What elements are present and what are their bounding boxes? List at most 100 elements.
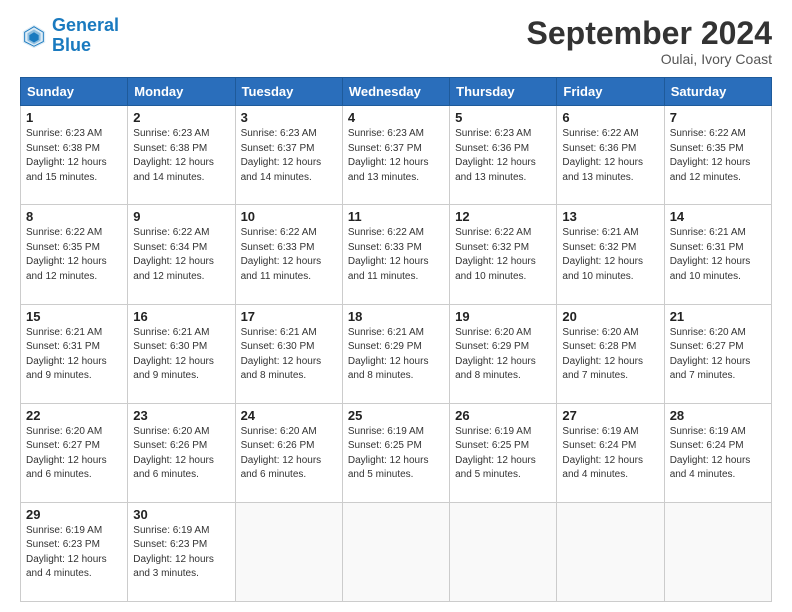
day-number: 26 (455, 408, 551, 423)
calendar-day-cell: 22 Sunrise: 6:20 AMSunset: 6:27 PMDaylig… (21, 403, 128, 502)
day-info: Sunrise: 6:20 AMSunset: 6:27 PMDaylight:… (26, 425, 122, 483)
day-number: 20 (562, 309, 658, 324)
day-info: Sunrise: 6:23 AMSunset: 6:37 PMDaylight:… (348, 127, 444, 185)
day-info: Sunrise: 6:23 AMSunset: 6:36 PMDaylight:… (455, 127, 551, 185)
day-info: Sunrise: 6:22 AMSunset: 6:35 PMDaylight:… (670, 127, 766, 185)
day-info: Sunrise: 6:20 AMSunset: 6:26 PMDaylight:… (133, 425, 229, 483)
calendar-day-cell: 9 Sunrise: 6:22 AMSunset: 6:34 PMDayligh… (128, 205, 235, 304)
calendar-table: SundayMondayTuesdayWednesdayThursdayFrid… (20, 77, 772, 602)
calendar-week-row: 22 Sunrise: 6:20 AMSunset: 6:27 PMDaylig… (21, 403, 772, 502)
day-number: 7 (670, 110, 766, 125)
day-info: Sunrise: 6:22 AMSunset: 6:32 PMDaylight:… (455, 226, 551, 284)
day-number: 30 (133, 507, 229, 522)
day-number: 19 (455, 309, 551, 324)
calendar-day-cell (235, 502, 342, 601)
day-number: 5 (455, 110, 551, 125)
calendar-day-cell: 29 Sunrise: 6:19 AMSunset: 6:23 PMDaylig… (21, 502, 128, 601)
day-number: 22 (26, 408, 122, 423)
weekday-header: Sunday (21, 78, 128, 106)
logo: General Blue (20, 16, 119, 56)
calendar-day-cell: 16 Sunrise: 6:21 AMSunset: 6:30 PMDaylig… (128, 304, 235, 403)
calendar-day-cell: 15 Sunrise: 6:21 AMSunset: 6:31 PMDaylig… (21, 304, 128, 403)
calendar-day-cell: 25 Sunrise: 6:19 AMSunset: 6:25 PMDaylig… (342, 403, 449, 502)
day-info: Sunrise: 6:21 AMSunset: 6:30 PMDaylight:… (133, 326, 229, 384)
day-number: 8 (26, 209, 122, 224)
day-number: 17 (241, 309, 337, 324)
weekday-header: Wednesday (342, 78, 449, 106)
calendar-day-cell (557, 502, 664, 601)
calendar-day-cell: 17 Sunrise: 6:21 AMSunset: 6:30 PMDaylig… (235, 304, 342, 403)
day-info: Sunrise: 6:23 AMSunset: 6:38 PMDaylight:… (26, 127, 122, 185)
day-info: Sunrise: 6:19 AMSunset: 6:25 PMDaylight:… (455, 425, 551, 483)
day-info: Sunrise: 6:22 AMSunset: 6:33 PMDaylight:… (241, 226, 337, 284)
day-info: Sunrise: 6:22 AMSunset: 6:33 PMDaylight:… (348, 226, 444, 284)
day-info: Sunrise: 6:22 AMSunset: 6:35 PMDaylight:… (26, 226, 122, 284)
day-info: Sunrise: 6:22 AMSunset: 6:34 PMDaylight:… (133, 226, 229, 284)
logo-icon (20, 22, 48, 50)
calendar-body: 1 Sunrise: 6:23 AMSunset: 6:38 PMDayligh… (21, 106, 772, 602)
day-number: 29 (26, 507, 122, 522)
day-number: 23 (133, 408, 229, 423)
calendar-day-cell: 30 Sunrise: 6:19 AMSunset: 6:23 PMDaylig… (128, 502, 235, 601)
calendar-day-cell: 1 Sunrise: 6:23 AMSunset: 6:38 PMDayligh… (21, 106, 128, 205)
calendar-day-cell (664, 502, 771, 601)
calendar-day-cell: 26 Sunrise: 6:19 AMSunset: 6:25 PMDaylig… (450, 403, 557, 502)
calendar-day-cell (342, 502, 449, 601)
calendar-day-cell: 21 Sunrise: 6:20 AMSunset: 6:27 PMDaylig… (664, 304, 771, 403)
title-block: September 2024 Oulai, Ivory Coast (527, 16, 772, 67)
day-info: Sunrise: 6:21 AMSunset: 6:30 PMDaylight:… (241, 326, 337, 384)
calendar-day-cell: 8 Sunrise: 6:22 AMSunset: 6:35 PMDayligh… (21, 205, 128, 304)
weekday-header: Monday (128, 78, 235, 106)
month-title: September 2024 (527, 16, 772, 51)
day-number: 16 (133, 309, 229, 324)
calendar-day-cell: 14 Sunrise: 6:21 AMSunset: 6:31 PMDaylig… (664, 205, 771, 304)
day-info: Sunrise: 6:23 AMSunset: 6:37 PMDaylight:… (241, 127, 337, 185)
day-number: 6 (562, 110, 658, 125)
calendar-day-cell: 4 Sunrise: 6:23 AMSunset: 6:37 PMDayligh… (342, 106, 449, 205)
weekday-header: Thursday (450, 78, 557, 106)
day-info: Sunrise: 6:19 AMSunset: 6:23 PMDaylight:… (26, 524, 122, 582)
calendar-day-cell: 27 Sunrise: 6:19 AMSunset: 6:24 PMDaylig… (557, 403, 664, 502)
day-number: 21 (670, 309, 766, 324)
day-number: 9 (133, 209, 229, 224)
calendar-day-cell: 28 Sunrise: 6:19 AMSunset: 6:24 PMDaylig… (664, 403, 771, 502)
weekday-header: Friday (557, 78, 664, 106)
calendar-day-cell: 11 Sunrise: 6:22 AMSunset: 6:33 PMDaylig… (342, 205, 449, 304)
day-number: 28 (670, 408, 766, 423)
calendar-week-row: 1 Sunrise: 6:23 AMSunset: 6:38 PMDayligh… (21, 106, 772, 205)
day-number: 24 (241, 408, 337, 423)
logo-blue: Blue (52, 35, 91, 55)
calendar-day-cell: 24 Sunrise: 6:20 AMSunset: 6:26 PMDaylig… (235, 403, 342, 502)
day-number: 13 (562, 209, 658, 224)
day-number: 3 (241, 110, 337, 125)
day-number: 27 (562, 408, 658, 423)
day-info: Sunrise: 6:20 AMSunset: 6:29 PMDaylight:… (455, 326, 551, 384)
day-info: Sunrise: 6:19 AMSunset: 6:24 PMDaylight:… (562, 425, 658, 483)
location: Oulai, Ivory Coast (527, 51, 772, 67)
calendar-week-row: 15 Sunrise: 6:21 AMSunset: 6:31 PMDaylig… (21, 304, 772, 403)
day-number: 15 (26, 309, 122, 324)
day-info: Sunrise: 6:23 AMSunset: 6:38 PMDaylight:… (133, 127, 229, 185)
day-number: 18 (348, 309, 444, 324)
day-number: 25 (348, 408, 444, 423)
calendar-day-cell: 6 Sunrise: 6:22 AMSunset: 6:36 PMDayligh… (557, 106, 664, 205)
calendar-day-cell: 18 Sunrise: 6:21 AMSunset: 6:29 PMDaylig… (342, 304, 449, 403)
calendar-day-cell: 23 Sunrise: 6:20 AMSunset: 6:26 PMDaylig… (128, 403, 235, 502)
day-info: Sunrise: 6:20 AMSunset: 6:27 PMDaylight:… (670, 326, 766, 384)
day-number: 14 (670, 209, 766, 224)
calendar-day-cell: 10 Sunrise: 6:22 AMSunset: 6:33 PMDaylig… (235, 205, 342, 304)
day-number: 12 (455, 209, 551, 224)
day-info: Sunrise: 6:19 AMSunset: 6:25 PMDaylight:… (348, 425, 444, 483)
day-info: Sunrise: 6:21 AMSunset: 6:31 PMDaylight:… (670, 226, 766, 284)
day-info: Sunrise: 6:19 AMSunset: 6:24 PMDaylight:… (670, 425, 766, 483)
day-info: Sunrise: 6:19 AMSunset: 6:23 PMDaylight:… (133, 524, 229, 582)
day-info: Sunrise: 6:21 AMSunset: 6:32 PMDaylight:… (562, 226, 658, 284)
day-info: Sunrise: 6:22 AMSunset: 6:36 PMDaylight:… (562, 127, 658, 185)
day-number: 10 (241, 209, 337, 224)
logo-text: General Blue (52, 16, 119, 56)
day-info: Sunrise: 6:21 AMSunset: 6:29 PMDaylight:… (348, 326, 444, 384)
day-info: Sunrise: 6:21 AMSunset: 6:31 PMDaylight:… (26, 326, 122, 384)
header: General Blue September 2024 Oulai, Ivory… (20, 16, 772, 67)
calendar-day-cell: 19 Sunrise: 6:20 AMSunset: 6:29 PMDaylig… (450, 304, 557, 403)
day-number: 1 (26, 110, 122, 125)
